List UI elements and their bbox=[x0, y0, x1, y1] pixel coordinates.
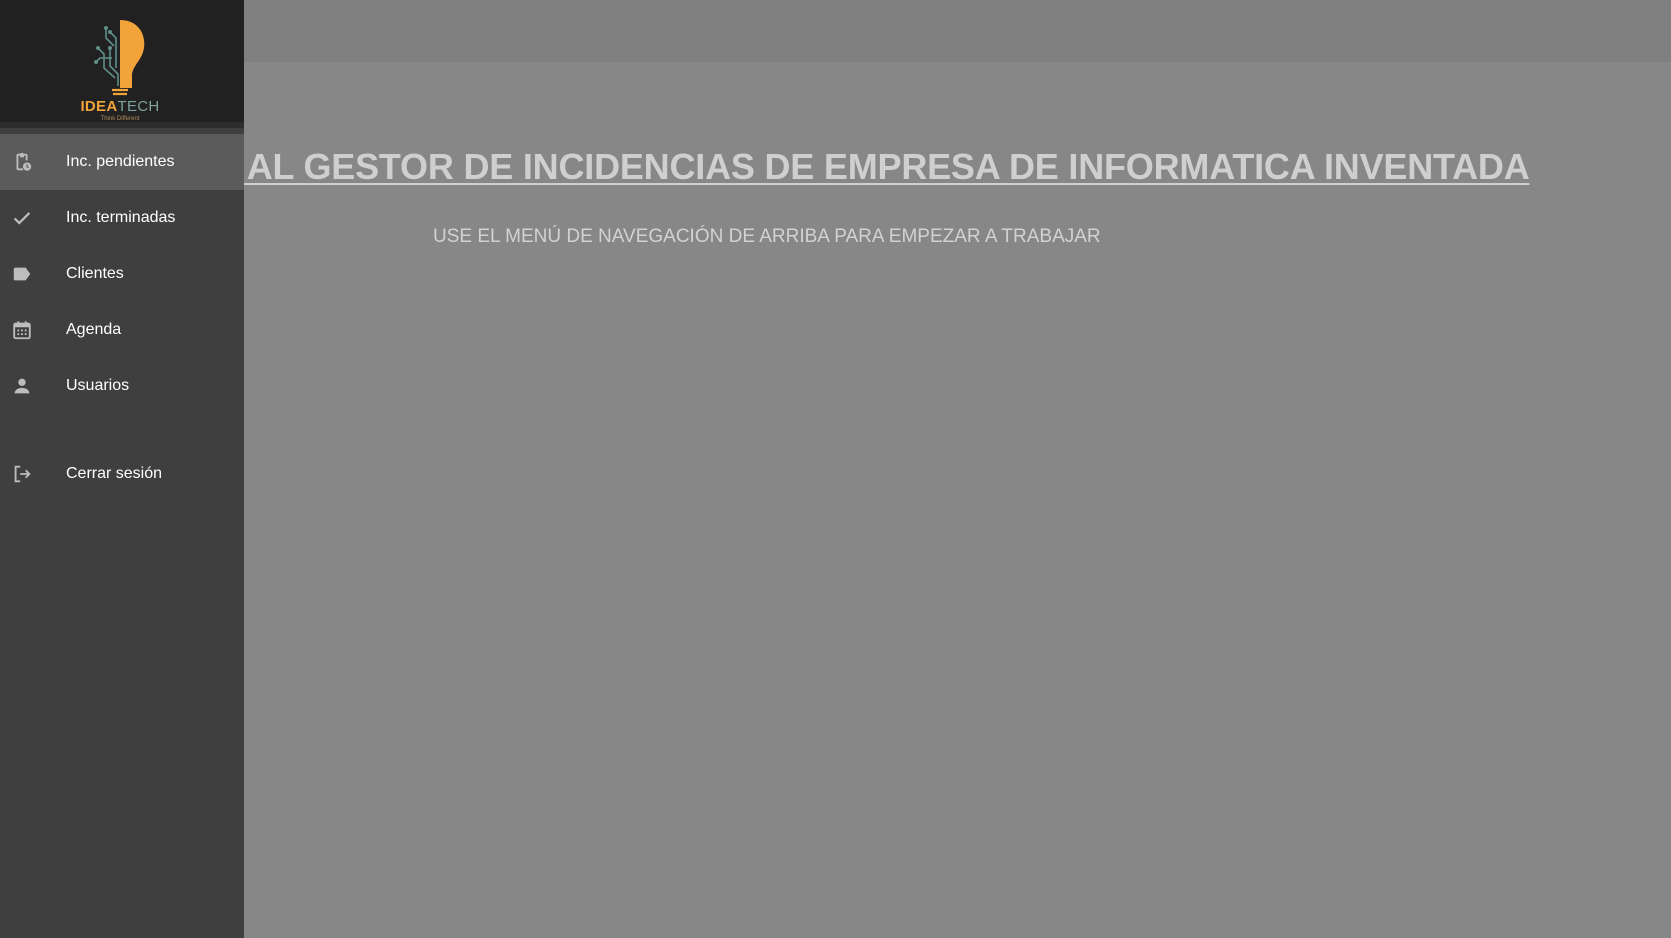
nav-label-clientes: Clientes bbox=[66, 265, 124, 282]
welcome-title: O AL GESTOR DE INCIDENCIAS DE EMPRESA DE… bbox=[210, 146, 1530, 187]
main-content: O AL GESTOR DE INCIDENCIAS DE EMPRESA DE… bbox=[0, 0, 1671, 938]
logout-icon bbox=[10, 462, 34, 486]
person-icon bbox=[10, 374, 34, 398]
clipboard-clock-icon bbox=[10, 150, 34, 174]
calendar-icon bbox=[10, 318, 34, 342]
nav-label-inc-pendientes: Inc. pendientes bbox=[66, 153, 175, 170]
drawer-nav: Inc. pendientes Inc. terminadas Clientes bbox=[0, 134, 244, 502]
logout-label: Cerrar sesión bbox=[66, 465, 163, 482]
ideatech-logo[interactable]: IDEATECH Think Different bbox=[70, 18, 170, 126]
nav-label-inc-terminadas: Inc. terminadas bbox=[66, 209, 176, 226]
nav-item-inc-pendientes[interactable]: Inc. pendientes bbox=[0, 134, 244, 190]
lightbulb-logo-icon bbox=[94, 20, 145, 96]
nav-item-agenda[interactable]: Agenda bbox=[0, 302, 244, 358]
nav-item-clientes[interactable]: Clientes bbox=[0, 246, 244, 302]
brand-tagline: Think Different bbox=[100, 116, 140, 122]
nav-label-usuarios: Usuarios bbox=[66, 377, 130, 394]
welcome-subtitle: USE EL MENÚ DE NAVEGACIÓN DE ARRIBA PARA… bbox=[433, 226, 1101, 247]
label-tag-icon bbox=[10, 262, 34, 286]
top-app-bar bbox=[0, 0, 1671, 62]
drawer-header: IDEATECH Think Different bbox=[0, 0, 244, 128]
nav-label-agenda: Agenda bbox=[66, 321, 122, 338]
check-icon bbox=[10, 206, 34, 230]
nav-item-usuarios[interactable]: Usuarios bbox=[0, 358, 244, 414]
brand-secondary: TECH bbox=[117, 98, 160, 115]
nav-item-inc-terminadas[interactable]: Inc. terminadas bbox=[0, 190, 244, 246]
brand-wordmark: IDEATECH bbox=[70, 98, 170, 115]
side-drawer: IDEATECH Think Different Inc. pendientes bbox=[0, 0, 244, 938]
brand-primary: IDEA bbox=[80, 98, 118, 115]
logout-button[interactable]: Cerrar sesión bbox=[0, 446, 244, 502]
